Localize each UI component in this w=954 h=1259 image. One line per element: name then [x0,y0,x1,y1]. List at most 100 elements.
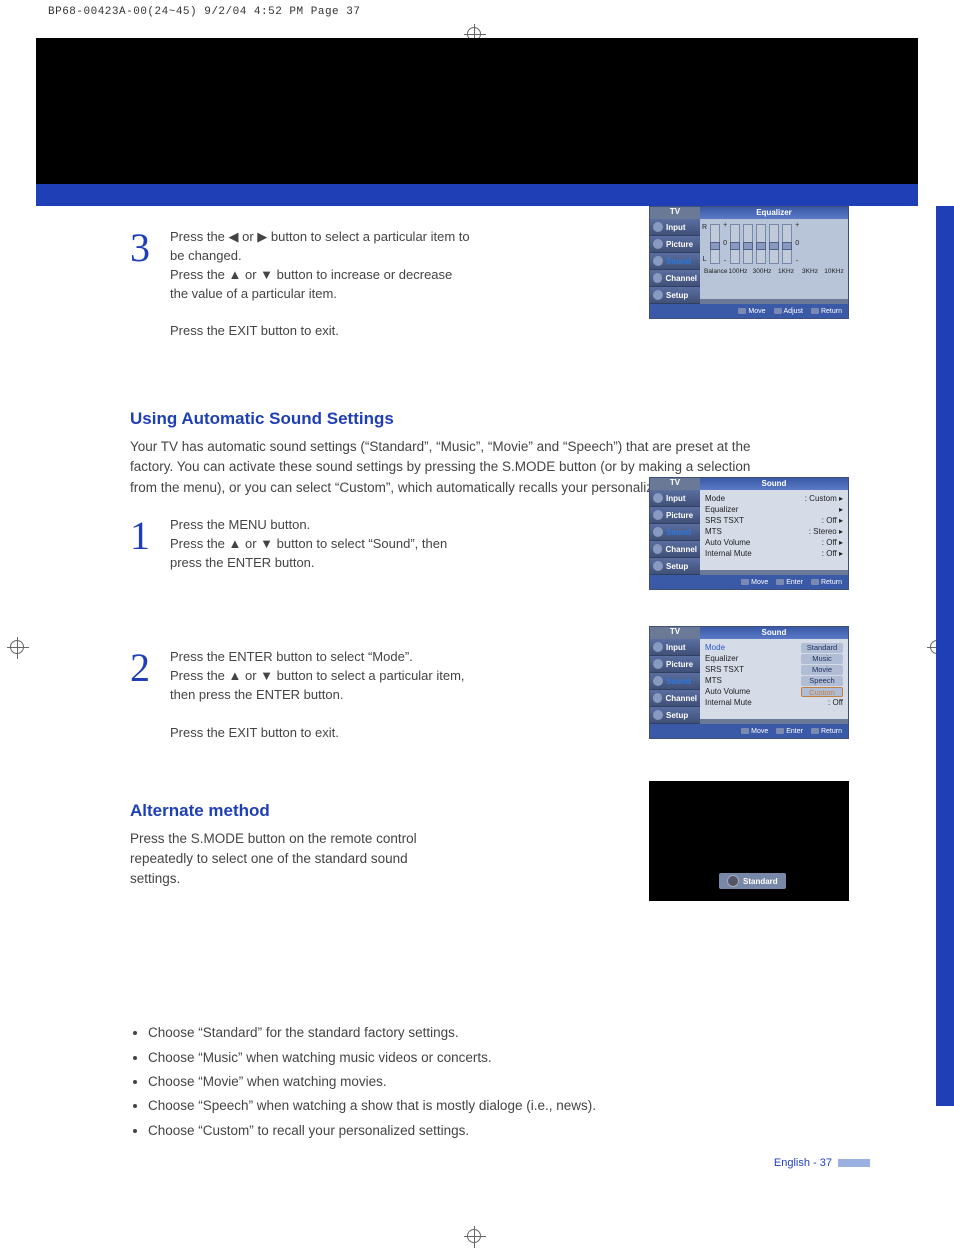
page-content: 3 Press the ◀ or ▶ button to select a pa… [0,206,954,1169]
osd-side-item[interactable]: Channel [650,541,700,558]
osd-main: ModeStandard EqualizerMusic SRS TSXTMovi… [700,639,848,719]
chevron-right-icon: ▸ [839,505,843,514]
osd-row[interactable]: Auto VolumeCustom [705,686,843,697]
list-item: Choose “Music” when watching music video… [148,1046,894,1070]
list-item: Choose “Standard” for the standard facto… [148,1021,894,1045]
osd-equalizer: TV Equalizer Input Picture Sound Channel… [649,206,849,319]
list-item: Choose “Speech” when watching a show tha… [148,1094,894,1118]
eq-minus-label: - [795,257,799,267]
channel-icon [653,693,662,703]
osd-hint: Adjust [774,308,803,315]
picture-icon [653,659,663,669]
osd-hint: Return [811,308,842,315]
eq-zero-label: 0 [795,239,799,249]
osd-side-item[interactable]: Sound [650,673,700,690]
mode-option[interactable]: Music [801,654,843,664]
chevron-right-icon: ▸ [839,538,843,547]
osd-hint: Enter [776,728,803,735]
eq-slider[interactable] [756,224,766,264]
osd-tv-label: TV [650,207,700,216]
mode-option[interactable]: Standard [801,643,843,653]
list-item: Choose “Movie” when watching movies. [148,1070,894,1094]
chapter-banner [36,38,918,206]
eq-r-label: R [702,223,707,233]
eq-slider[interactable] [710,224,720,264]
osd-row[interactable]: EqualizerMusic [705,653,843,664]
osd-sidebar: Input Picture Sound Channel Setup [650,490,700,575]
osd-row[interactable]: Internal Mute: Off [705,697,843,708]
step-text: Press the MENU button. Press the ▲ or ▼ … [170,516,470,573]
osd-row[interactable]: Auto Volume: Off ▸ [705,537,843,548]
input-icon [653,222,663,232]
list-item: Choose “Custom” to recall your personali… [148,1119,894,1143]
osd-main: R L + 0 - + 0 - [700,219,848,299]
osd-sound-menu: TV Sound Input Picture Sound Channel Set… [649,477,849,590]
osd-hint: Move [738,308,765,315]
blue-side-bar [936,206,954,1106]
eq-slider[interactable] [782,224,792,264]
osd-side-item[interactable]: Picture [650,507,700,524]
picture-icon [653,510,663,520]
step-line: Press the ▲ or ▼ button to select “Sound… [170,536,447,570]
osd-side-item[interactable]: Input [650,639,700,656]
osd-sound-mode: TV Sound Input Picture Sound Channel Set… [649,626,849,739]
section-body: Press the S.MODE button on the remote co… [130,829,440,890]
osd-hint: Move [741,579,768,586]
osd-side-item[interactable]: Input [650,219,700,236]
eq-plus-label: + [723,221,727,231]
osd-row[interactable]: MTSSpeech [705,675,843,686]
osd-side-item[interactable]: Input [650,490,700,507]
notes-list: Choose “Standard” for the standard facto… [148,1021,894,1142]
osd-sidebar: Input Picture Sound Channel Setup [650,639,700,724]
osd-title: Sound [700,478,848,490]
osd-side-item[interactable]: Channel [650,690,700,707]
osd-hint: Move [741,728,768,735]
step-line: Press the ENTER button to select “Mode”. [170,649,413,664]
osd-row[interactable]: ModeStandard [705,642,843,653]
chevron-right-icon: ▸ [839,494,843,503]
osd-row[interactable]: Mode: Custom ▸ [705,493,843,504]
osd-side-item[interactable]: Picture [650,656,700,673]
osd-row[interactable]: SRS TSXTMovie [705,664,843,675]
step-line: Press the ▲ or ▼ button to increase or d… [170,267,452,301]
setup-icon [653,290,663,300]
section-heading: Using Automatic Sound Settings [130,409,894,429]
osd-footer: Move Enter Return [650,575,848,589]
crop-mark-bottom [0,1209,954,1259]
step-line: Press the EXIT button to exit. [170,725,339,740]
mode-option[interactable]: Movie [801,665,843,675]
osd-row[interactable]: MTS: Stereo ▸ [705,526,843,537]
osd-side-item[interactable]: Setup [650,707,700,724]
osd-row[interactable]: SRS TSXT: Off ▸ [705,515,843,526]
smode-badge: Standard [719,873,786,889]
osd-row[interactable]: Internal Mute: Off ▸ [705,548,843,559]
mode-option[interactable]: Speech [801,676,843,686]
osd-hint: Enter [776,579,803,586]
osd-side-item[interactable]: Sound [650,524,700,541]
step-number: 2 [130,648,158,742]
channel-icon [653,273,662,283]
input-icon [653,642,663,652]
eq-slider[interactable] [743,224,753,264]
step-text: Press the ENTER button to select “Mode”.… [170,648,470,742]
step-number: 3 [130,228,158,341]
osd-side-item[interactable]: Channel [650,270,700,287]
chevron-right-icon: ▸ [839,549,843,558]
osd-title: Equalizer [700,207,848,219]
osd-row[interactable]: Equalizer▸ [705,504,843,515]
osd-side-item[interactable]: Setup [650,558,700,575]
eq-band-labels: Balance 100Hz 300Hz 1KHz 3KHz 10KHz [702,267,846,276]
picture-icon [653,239,663,249]
eq-slider[interactable] [730,224,740,264]
osd-side-item[interactable]: Setup [650,287,700,304]
eq-plus-label: + [795,221,799,231]
osd-footer: Move Adjust Return [650,304,848,318]
osd-side-item[interactable]: Picture [650,236,700,253]
osd-footer: Move Enter Return [650,724,848,738]
step-number: 1 [130,516,158,573]
mode-option-selected[interactable]: Custom [801,687,843,697]
osd-hint: Return [811,579,842,586]
sound-icon [653,256,663,266]
osd-side-item[interactable]: Sound [650,253,700,270]
eq-slider[interactable] [769,224,779,264]
